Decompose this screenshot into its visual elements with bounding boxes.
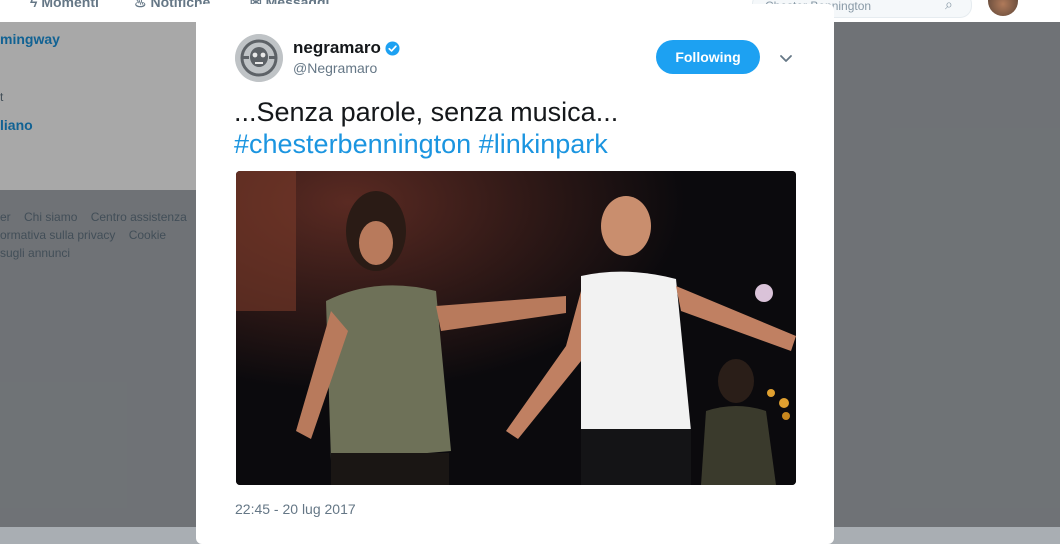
verified-badge-icon: [385, 40, 400, 56]
nav-label: Momenti: [41, 0, 99, 10]
tweet-text-line: ...Senza parole, senza musica...: [234, 97, 619, 127]
following-button[interactable]: Following: [656, 40, 760, 74]
author-name-row: negramaro: [293, 38, 400, 58]
tweet-timestamp[interactable]: 22:45 - 20 lug 2017: [235, 501, 356, 517]
author-name[interactable]: negramaro: [293, 38, 381, 58]
hashtag-link[interactable]: #chesterbennington: [234, 129, 471, 159]
tweet-modal: negramaro @Negramaro Following ...Senza …: [196, 4, 834, 544]
lightning-icon: ϟ: [30, 0, 38, 10]
avatar[interactable]: [988, 0, 1018, 16]
search-icon[interactable]: ⌕: [945, 0, 953, 13]
tweet-text: ...Senza parole, senza musica... #cheste…: [234, 96, 804, 160]
hashtag-link[interactable]: #linkinpark: [479, 129, 608, 159]
negramaro-logo-icon: [235, 34, 283, 82]
nav-item-moments[interactable]: ϟ Momenti: [30, 0, 99, 10]
avatar[interactable]: [235, 34, 283, 82]
tweet-photo[interactable]: [236, 171, 796, 485]
chevron-down-icon[interactable]: [778, 50, 794, 66]
bell-icon: ♨: [134, 0, 147, 10]
concert-photo-image: [236, 171, 796, 485]
author-handle[interactable]: @Negramaro: [293, 60, 377, 76]
